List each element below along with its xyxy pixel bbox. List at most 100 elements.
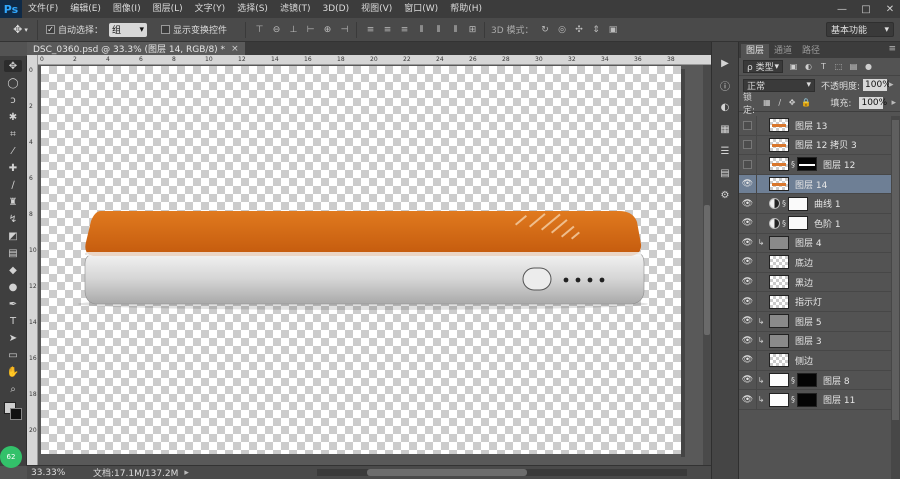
blur-tool-icon[interactable]: ◆ <box>4 264 22 276</box>
menu-item[interactable]: 文字(Y) <box>189 0 232 18</box>
layer-row[interactable]: 👁 ↳ 图层 3 <box>739 331 891 352</box>
visibility-eye-icon[interactable]: 👁 <box>739 233 757 253</box>
document-tab[interactable]: DSC_0360.psd @ 33.3% (图层 14, RGB/8) * × <box>27 42 245 55</box>
workspace-dropdown[interactable]: 基本功能 ▾ <box>826 22 894 37</box>
brush-tool-icon[interactable]: ∕ <box>4 179 22 191</box>
pen-tool-icon[interactable]: ✒ <box>4 298 22 310</box>
chain-link-icon[interactable]: § <box>780 199 788 208</box>
layer-mask-thumbnail[interactable] <box>797 157 817 172</box>
healing-brush-tool-icon[interactable]: ✚ <box>4 162 22 174</box>
chain-link-icon[interactable]: § <box>780 219 788 228</box>
layer-row[interactable]: 图层 13 <box>739 116 891 136</box>
tab-layers[interactable]: 图层 <box>741 44 770 58</box>
history-icon[interactable]: ☰ <box>717 144 733 158</box>
3d-scale-icon[interactable]: ▣ <box>608 24 619 35</box>
close-tab-icon[interactable]: × <box>231 44 239 54</box>
visibility-eye-icon[interactable]: 👁 <box>739 311 757 331</box>
styles-icon[interactable]: ▦ <box>717 122 733 136</box>
play-icon[interactable]: ▶ <box>717 56 733 70</box>
stamp-tool-icon[interactable]: ♜ <box>4 196 22 208</box>
menu-item[interactable]: 窗口(W) <box>398 0 444 18</box>
visibility-toggle[interactable] <box>739 116 757 135</box>
menu-item[interactable]: 文件(F) <box>22 0 64 18</box>
layer-row[interactable]: 👁 ↳ 图层 5 <box>739 311 891 332</box>
fill-input[interactable]: 100% <box>859 96 887 109</box>
visibility-toggle[interactable] <box>739 135 757 155</box>
actions-icon[interactable]: ▤ <box>717 166 733 180</box>
menu-item[interactable]: 编辑(E) <box>64 0 107 18</box>
filter-adjustment-icon[interactable]: ◐ <box>804 62 813 71</box>
marquee-tool-icon[interactable]: ◯ <box>4 77 22 89</box>
visibility-eye-icon[interactable]: 👁 <box>739 350 757 370</box>
distribute-bottom-icon[interactable]: ≡ <box>399 24 410 35</box>
layer-row[interactable]: § 图层 12 <box>739 154 891 175</box>
auto-select-dropdown[interactable]: 组 ▾ <box>109 22 148 37</box>
canvas-horizontal-scroll-thumb[interactable] <box>367 469 527 476</box>
menu-item[interactable]: 帮助(H) <box>444 0 488 18</box>
auto-align-icon[interactable]: ⊞ <box>467 24 478 35</box>
color-swatches[interactable] <box>3 402 23 424</box>
close-window-button[interactable]: ✕ <box>884 4 896 15</box>
dodge-tool-icon[interactable]: ● <box>4 281 22 293</box>
layer-row[interactable]: 👁 指示灯 <box>739 292 891 312</box>
layer-row[interactable]: 👁 ↳ 图层 4 <box>739 233 891 254</box>
history-brush-tool-icon[interactable]: ↯ <box>4 213 22 225</box>
filter-type-icon[interactable]: T <box>819 62 828 71</box>
lock-transparency-icon[interactable]: ▦ <box>763 98 771 107</box>
zoom-tool-icon[interactable]: ⌕ <box>4 383 22 395</box>
layer-row[interactable]: 👁 § 曲线 1 <box>739 194 891 214</box>
chevron-right-icon[interactable]: ▸ <box>889 80 894 90</box>
layer-mask-thumbnail[interactable] <box>788 216 808 231</box>
menu-item[interactable]: 图像(I) <box>107 0 147 18</box>
filter-toggle-icon[interactable]: ● <box>864 62 873 71</box>
auto-select-checkbox[interactable]: ✓ <box>46 25 55 34</box>
menu-item[interactable]: 3D(D) <box>316 0 355 18</box>
distribute-vcenter-icon[interactable]: ≡ <box>382 24 393 35</box>
properties-icon[interactable]: ⚙ <box>717 188 733 202</box>
hand-tool-icon[interactable]: ✋ <box>4 366 22 378</box>
distribute-hcenter-icon[interactable]: ⫴ <box>433 24 444 35</box>
document-canvas[interactable] <box>41 66 681 454</box>
type-tool-icon[interactable]: T <box>4 315 22 327</box>
adjustments-icon[interactable]: ◐ <box>717 100 733 114</box>
3d-roll-icon[interactable]: ◎ <box>557 24 568 35</box>
shape-tool-icon[interactable]: ▭ <box>4 349 22 361</box>
visibility-toggle[interactable] <box>739 154 757 174</box>
minimize-button[interactable]: — <box>836 4 848 15</box>
layer-row[interactable]: 👁 图层 14 <box>739 174 891 195</box>
distribute-top-icon[interactable]: ≡ <box>365 24 376 35</box>
layer-row[interactable]: 👁 黑边 <box>739 272 891 293</box>
lasso-tool-icon[interactable]: ↄ <box>4 94 22 106</box>
layer-row[interactable]: 图层 12 拷贝 3 <box>739 135 891 156</box>
filter-pixel-icon[interactable]: ▣ <box>789 62 798 71</box>
align-left-icon[interactable]: ⊢ <box>305 24 316 35</box>
menu-item[interactable]: 视图(V) <box>355 0 398 18</box>
eyedropper-tool-icon[interactable]: ⁄ <box>4 145 22 157</box>
chain-link-icon[interactable]: § <box>789 160 797 169</box>
move-tool-icon[interactable]: ✥ <box>4 60 22 72</box>
visibility-eye-icon[interactable]: 👁 <box>739 331 757 351</box>
canvas-vertical-scrollbar[interactable] <box>703 65 711 465</box>
move-tool-preset[interactable]: ✥ ▾ <box>4 19 38 40</box>
layer-row[interactable]: 👁 ↳ § 图层 8 <box>739 370 891 391</box>
crop-tool-icon[interactable]: ⌗ <box>4 128 22 140</box>
align-top-icon[interactable]: ⊤ <box>254 24 265 35</box>
layer-row[interactable]: 👁 ↳ § 图层 11 <box>739 390 891 410</box>
visibility-eye-icon[interactable]: 👁 <box>739 272 757 292</box>
visibility-eye-icon[interactable]: 👁 <box>739 174 757 194</box>
3d-slide-icon[interactable]: ⇕ <box>591 24 602 35</box>
status-menu-arrow-icon[interactable]: ▸ <box>184 468 189 478</box>
gradient-tool-icon[interactable]: ▤ <box>4 247 22 259</box>
menu-item[interactable]: 滤镜(T) <box>274 0 317 18</box>
background-color[interactable] <box>10 408 22 420</box>
layer-row[interactable]: 👁 底边 <box>739 252 891 273</box>
zoom-level[interactable]: 33.33% <box>27 468 65 478</box>
menu-item[interactable]: 选择(S) <box>231 0 274 18</box>
3d-rotate-icon[interactable]: ↻ <box>540 24 551 35</box>
path-selection-tool-icon[interactable]: ➤ <box>4 332 22 344</box>
maximize-button[interactable]: □ <box>860 4 872 15</box>
menu-item[interactable]: 图层(L) <box>147 0 189 18</box>
chain-link-icon[interactable]: § <box>789 376 797 385</box>
visibility-eye-icon[interactable]: 👁 <box>739 194 757 214</box>
visibility-eye-icon[interactable]: 👁 <box>739 213 757 233</box>
